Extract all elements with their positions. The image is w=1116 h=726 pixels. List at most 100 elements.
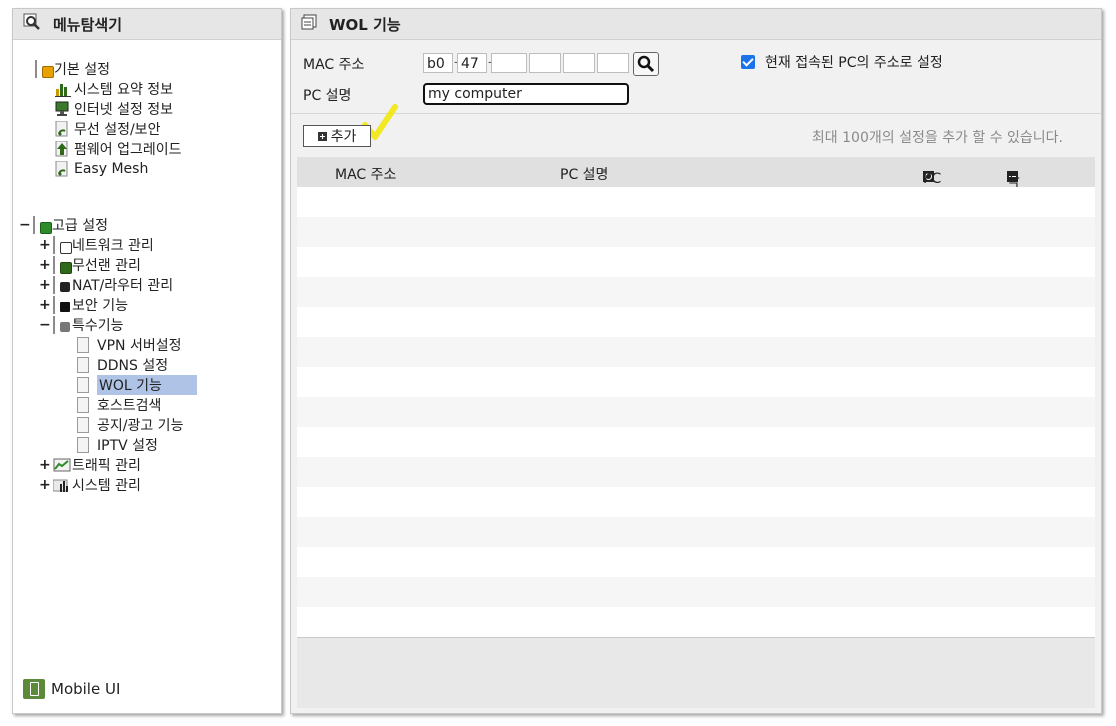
tree-advanced-settings-label: 고급 설정 bbox=[52, 218, 108, 234]
monitor-icon bbox=[55, 101, 71, 117]
plus-icon bbox=[317, 131, 327, 141]
traffic-chart-icon bbox=[53, 457, 71, 473]
tree-item-label-selected: WOL 기능 bbox=[97, 375, 197, 395]
collapse-icon[interactable]: − bbox=[39, 317, 51, 333]
tree-basic-settings-label: 기본 설정 bbox=[54, 62, 110, 78]
page-icon bbox=[77, 337, 89, 353]
tree-item-label: 펌웨어 업그레이드 bbox=[74, 142, 182, 158]
menu-explorer-title: 메뉴탐색기 bbox=[53, 15, 123, 34]
special-folder-icon bbox=[53, 316, 70, 334]
wifi-page-icon bbox=[55, 160, 71, 177]
search-icon bbox=[637, 55, 655, 73]
wifi-page-icon bbox=[55, 120, 71, 137]
mac-octet-5-input[interactable] bbox=[563, 53, 595, 73]
page-title: WOL 기능 bbox=[329, 15, 401, 34]
tree-item-system-summary[interactable]: 시스템 요약 정보 bbox=[55, 79, 173, 99]
tree-group-label: NAT/라우터 관리 bbox=[72, 278, 174, 294]
table-row bbox=[297, 427, 1095, 457]
tree-item-host-search[interactable]: 호스트검색 bbox=[77, 395, 161, 415]
expand-icon[interactable]: + bbox=[39, 237, 51, 253]
tree-group-wireless[interactable]: + 무선랜 관리 bbox=[39, 255, 141, 275]
tree-item-label: IPTV 설정 bbox=[97, 438, 158, 454]
tree-item-label: 시스템 요약 정보 bbox=[74, 82, 174, 98]
expand-icon[interactable]: + bbox=[39, 477, 51, 493]
power-on-all-button[interactable]: PC 켜기 bbox=[923, 164, 941, 226]
tree-group-special[interactable]: − 특수기능 bbox=[39, 315, 124, 335]
collapse-icon[interactable]: − bbox=[19, 217, 31, 233]
tree-basic-settings[interactable]: 기본 설정 bbox=[35, 59, 110, 79]
table-row bbox=[297, 547, 1095, 577]
table-row bbox=[297, 577, 1095, 607]
tree-group-security[interactable]: + 보안 기능 bbox=[39, 295, 128, 315]
tree-group-label: 네트워크 관리 bbox=[72, 238, 154, 254]
expand-icon[interactable]: + bbox=[39, 277, 51, 293]
network-folder-icon bbox=[53, 236, 72, 254]
router-folder-icon bbox=[53, 276, 70, 294]
mac-octet-2-input[interactable]: 47 bbox=[457, 53, 487, 73]
menu-explorer-panel: 메뉴탐색기 기본 설정 시스템 요약 정보 인터넷 설정 정보 무선 설정/보안… bbox=[12, 8, 282, 714]
divider bbox=[291, 113, 1101, 114]
mac-octet-3-input[interactable] bbox=[491, 53, 527, 73]
wol-table-footer bbox=[297, 637, 1095, 708]
page-icon bbox=[77, 397, 89, 413]
mobile-ui-link[interactable]: Mobile UI bbox=[23, 679, 120, 699]
table-row bbox=[297, 607, 1095, 637]
tree-group-label: 시스템 관리 bbox=[72, 478, 141, 494]
menu-explorer-header: 메뉴탐색기 bbox=[13, 9, 281, 40]
page-icon bbox=[77, 437, 89, 453]
wireless-folder-icon bbox=[53, 256, 72, 274]
tree-item-internet-info[interactable]: 인터넷 설정 정보 bbox=[55, 99, 173, 119]
lock-folder-icon bbox=[53, 296, 70, 314]
pc-description-label: PC 설명 bbox=[303, 88, 352, 104]
tree-group-label: 보안 기능 bbox=[72, 298, 128, 314]
tree-group-network[interactable]: + 네트워크 관리 bbox=[39, 235, 154, 255]
mac-octet-6-input[interactable] bbox=[597, 53, 629, 73]
tree-item-ddns[interactable]: DDNS 설정 bbox=[77, 355, 168, 375]
delete-all-button[interactable]: 삭제 bbox=[1007, 164, 1022, 210]
tree-item-easy-mesh[interactable]: Easy Mesh bbox=[55, 159, 148, 179]
table-row bbox=[297, 307, 1095, 337]
table-row bbox=[297, 247, 1095, 277]
current-pc-checkbox[interactable] bbox=[741, 55, 755, 69]
tree-item-vpn-server[interactable]: VPN 서버설정 bbox=[77, 335, 181, 355]
tree-item-label: 무선 설정/보안 bbox=[74, 122, 161, 138]
tree-item-notice-ad[interactable]: 공지/광고 기능 bbox=[77, 415, 183, 435]
tree-group-label: 특수기능 bbox=[72, 318, 124, 334]
tree-item-wol[interactable]: WOL 기능 bbox=[77, 375, 197, 395]
add-button-label: 추가 bbox=[330, 129, 357, 145]
pc-description-input[interactable]: my computer bbox=[423, 83, 629, 105]
tree-item-label: 호스트검색 bbox=[97, 398, 162, 414]
add-button[interactable]: 추가 bbox=[303, 125, 371, 147]
max-entries-info: 최대 100개의 설정을 추가 할 수 있습니다. bbox=[811, 130, 1063, 146]
basic-settings-folder-icon bbox=[35, 60, 54, 78]
table-row bbox=[297, 457, 1095, 487]
expand-icon[interactable]: + bbox=[39, 457, 51, 473]
mac-octet-1-input[interactable]: b0 bbox=[423, 53, 453, 73]
mac-search-button[interactable] bbox=[633, 52, 659, 76]
page-icon bbox=[77, 417, 89, 433]
wol-table-body bbox=[297, 187, 1095, 637]
tree-group-nat-router[interactable]: + NAT/라우터 관리 bbox=[39, 275, 173, 295]
tree-group-system[interactable]: + 시스템 관리 bbox=[39, 475, 141, 495]
wol-panel: WOL 기능 MAC 주소 b0 - 47 - 현재 접속된 PC의 주소로 설… bbox=[290, 8, 1102, 714]
table-row bbox=[297, 337, 1095, 367]
tree-group-label: 트래픽 관리 bbox=[72, 458, 141, 474]
table-row bbox=[297, 277, 1095, 307]
expand-icon[interactable]: + bbox=[39, 257, 51, 273]
table-row bbox=[297, 397, 1095, 427]
tree-group-traffic[interactable]: + 트래픽 관리 bbox=[39, 455, 141, 475]
mobile-ui-label: Mobile UI bbox=[51, 680, 121, 698]
tree-item-wireless-security[interactable]: 무선 설정/보안 bbox=[55, 119, 160, 139]
mac-octet-4-input[interactable] bbox=[529, 53, 561, 73]
tree-item-iptv[interactable]: IPTV 설정 bbox=[77, 435, 158, 455]
system-chart-folder-icon bbox=[52, 477, 69, 493]
bar-chart-icon bbox=[55, 81, 71, 97]
expand-icon[interactable]: + bbox=[39, 297, 51, 313]
magnifier-icon bbox=[23, 13, 41, 35]
tree-item-firmware-upgrade[interactable]: 펌웨어 업그레이드 bbox=[55, 139, 182, 159]
tree-advanced-settings[interactable]: − 고급 설정 bbox=[19, 215, 108, 235]
table-row bbox=[297, 187, 1095, 217]
wol-table-header: MAC 주소 PC 설명 PC 켜기 삭제 bbox=[297, 157, 1095, 226]
tree-group-label: 무선랜 관리 bbox=[72, 258, 141, 274]
advanced-settings-folder-icon bbox=[33, 216, 52, 234]
